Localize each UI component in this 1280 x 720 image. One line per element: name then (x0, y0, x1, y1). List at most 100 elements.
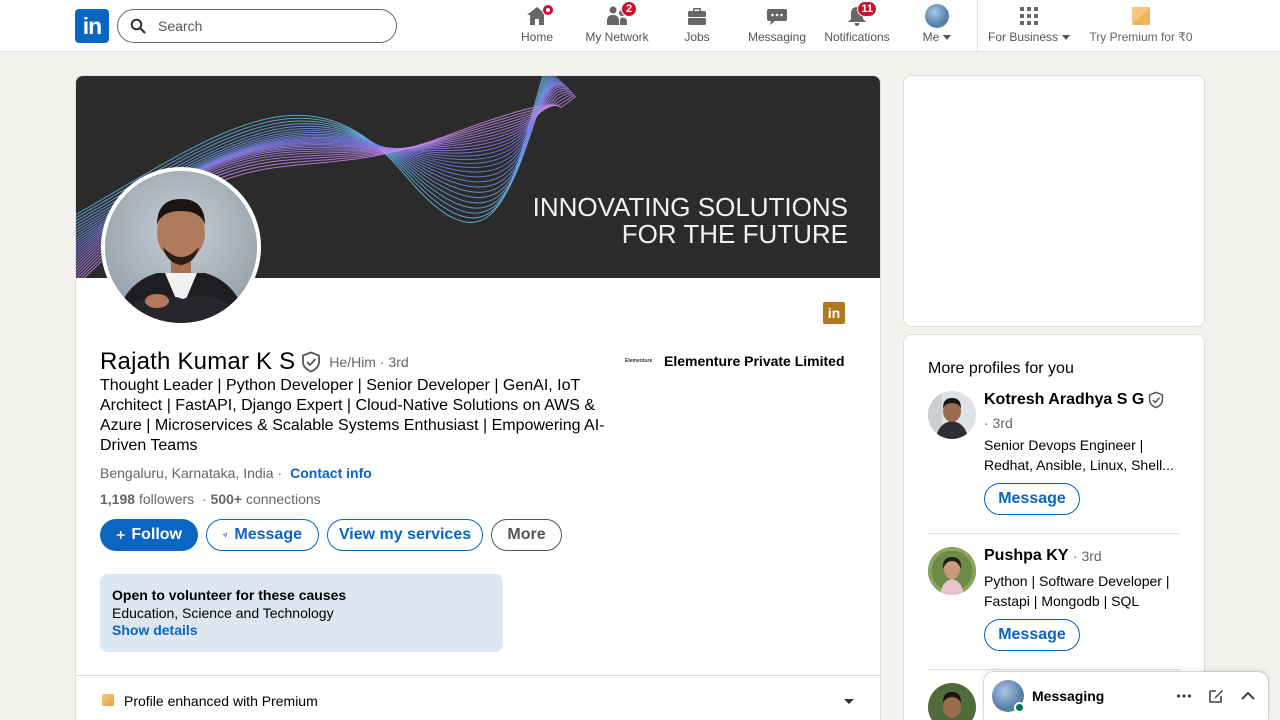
chevron-down-icon[interactable] (843, 698, 855, 706)
online-status-dot (1014, 702, 1025, 713)
premium-bar-text: Profile enhanced with Premium (124, 693, 318, 709)
person-avatar-1 (928, 391, 976, 439)
nav-home[interactable]: Home (519, 4, 555, 50)
banner-line-1: INNOVATING SOLUTIONS (532, 192, 848, 222)
chat-bubble-icon (767, 9, 787, 25)
profile-photo[interactable] (101, 167, 261, 327)
profile-headline: Thought Leader | Python Developer | Seni… (100, 377, 605, 454)
nav-for-business-label: For Business (987, 30, 1059, 44)
top-nav: in Home 2 My Network Jobs Messaging (0, 0, 1280, 52)
contact-info-link[interactable]: Contact info (290, 465, 372, 481)
send-icon (223, 532, 228, 538)
location-text: Bengaluru, Karnataka, India · (100, 465, 283, 481)
profile-suggestion[interactable]: Pushpa KY · 3rd Python | Software Develo… (928, 547, 1180, 677)
nav-my-network[interactable]: 2 My Network (582, 1, 652, 50)
nav-home-label: Home (520, 30, 553, 44)
chevron-down-icon (943, 34, 952, 40)
chevron-up-icon[interactable] (1239, 687, 1257, 705)
follow-label: Follow (131, 526, 182, 543)
connections-count[interactable]: 500+ (211, 491, 243, 507)
suggestion-degree: · 3rd (1072, 548, 1102, 564)
search-input[interactable] (158, 18, 358, 34)
notifications-badge: 11 (857, 1, 877, 17)
divider (928, 669, 1180, 670)
messaging-dock[interactable]: Messaging (984, 672, 1268, 720)
person-avatar-2 (928, 547, 976, 595)
profile-card: INNOVATING SOLUTIONS FOR THE FUTURE in R… (75, 75, 881, 720)
volunteer-title: Open to volunteer for these causes (112, 587, 347, 603)
follow-button[interactable]: Follow (100, 519, 198, 551)
stats-row: 1,198 followers · 500+ connections (100, 491, 321, 507)
more-horizontal-icon[interactable] (1175, 687, 1193, 705)
current-company[interactable]: Elementure Elementure Private Limited (625, 353, 845, 369)
divider (928, 533, 1180, 534)
verified-shield-icon (1149, 391, 1164, 409)
suggestion-name-text: Pushpa KY (984, 547, 1069, 564)
grid-apps-icon (1020, 7, 1038, 25)
message-label: Message (234, 526, 302, 543)
more-profiles-card: More profiles for you Kotresh Aradhya S … (903, 334, 1205, 720)
premium-enhanced-bar[interactable]: Profile enhanced with Premium (76, 675, 880, 720)
verified-shield-icon[interactable] (301, 351, 321, 373)
linkedin-logo[interactable]: in (75, 9, 109, 43)
nav-try-premium[interactable]: Try Premium for ₹0 (1089, 4, 1193, 50)
nav-notifications[interactable]: 11 Notifications (822, 1, 892, 50)
location-row: Bengaluru, Karnataka, India · Contact inf… (100, 465, 372, 481)
suggestion-name[interactable]: Pushpa KY · 3rd (984, 547, 1102, 565)
suggestion-name-text: Kotresh Aradhya S G (984, 391, 1145, 408)
plus-icon (116, 530, 125, 540)
show-details-link[interactable]: Show details (112, 622, 491, 638)
avatar[interactable] (928, 547, 976, 595)
nav-my-network-label: My Network (585, 30, 649, 44)
volunteer-card: Open to volunteer for these causes Educa… (100, 574, 503, 652)
network-badge: 2 (621, 1, 637, 17)
message-button[interactable]: Message (984, 619, 1080, 651)
avatar[interactable] (928, 683, 976, 720)
home-notification-dot (542, 4, 554, 16)
connections-label[interactable]: connections (246, 491, 321, 507)
followers-label: followers (138, 491, 195, 507)
company-logo: Elementure (625, 358, 653, 364)
followers-count: 1,198 (100, 491, 136, 507)
pronouns-degree: He/Him · 3rd (329, 354, 409, 370)
nav-jobs[interactable]: Jobs (680, 4, 714, 50)
company-name: Elementure Private Limited (664, 353, 845, 369)
nav-jobs-label: Jobs (684, 30, 710, 44)
message-button[interactable]: Message (206, 519, 319, 551)
view-services-button[interactable]: View my services (327, 519, 483, 551)
suggestion-degree: · 3rd (984, 415, 1013, 431)
person-avatar-3 (928, 683, 976, 720)
search-icon (130, 18, 146, 34)
search-bar[interactable] (117, 9, 397, 43)
me-avatar (925, 4, 949, 28)
suggestion-name[interactable]: Kotresh Aradhya S G (984, 391, 1164, 409)
more-button[interactable]: More (491, 519, 562, 551)
more-profiles-header: More profiles for you (928, 360, 1074, 377)
avatar[interactable] (928, 391, 976, 439)
profile-name: Rajath Kumar K S (100, 348, 296, 375)
suggestion-headline: Senior Devops Engineer | Redhat, Ansible… (984, 437, 1174, 473)
message-button[interactable]: Message (984, 483, 1080, 515)
nav-me[interactable]: Me (919, 4, 955, 50)
premium-icon (1132, 7, 1150, 25)
briefcase-icon (688, 8, 706, 25)
compose-icon[interactable] (1207, 687, 1225, 705)
ad-card (903, 75, 1205, 327)
chevron-down-icon (1062, 34, 1071, 40)
name-row: Rajath Kumar K S He/Him · 3rd (100, 348, 409, 376)
nav-messaging[interactable]: Messaging (747, 4, 807, 50)
suggestion-headline: Python | Software Developer | Fastapi | … (984, 573, 1170, 609)
nav-divider (977, 0, 978, 52)
profile-actions: Follow Message View my services More (100, 519, 562, 551)
nav-messaging-label: Messaging (747, 30, 807, 44)
profile-suggestion[interactable]: Kotresh Aradhya S G · 3rd Senior Devops … (928, 391, 1180, 521)
linkedin-badge-icon: in (823, 302, 845, 324)
profile-portrait (105, 171, 257, 323)
nav-for-business[interactable]: For Business (987, 4, 1071, 50)
banner-line-2: FOR THE FUTURE (621, 219, 848, 249)
premium-icon (102, 694, 114, 706)
messaging-dock-title: Messaging (1032, 688, 1105, 704)
banner-text: INNOVATING SOLUTIONS FOR THE FUTURE (533, 194, 848, 248)
nav-notifications-label: Notifications (824, 30, 890, 44)
nav-me-label: Me (922, 30, 940, 44)
